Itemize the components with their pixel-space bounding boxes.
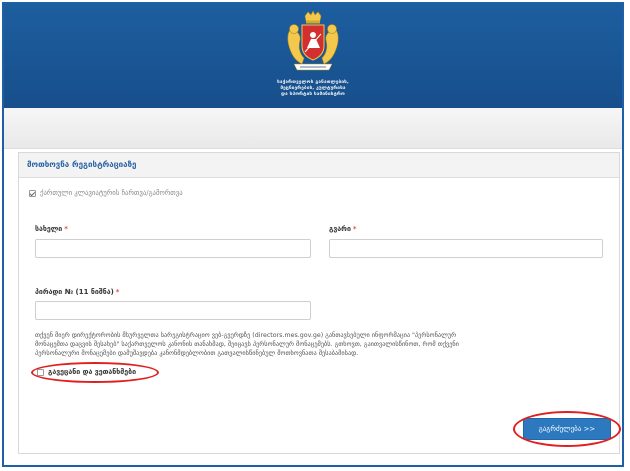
privacy-notice: თქვენ მიერ დირექტორობის მსურველთა სარეგი… xyxy=(35,332,459,357)
georgia-coat-of-arms-icon xyxy=(287,10,339,71)
first-name-label: სახელი * xyxy=(35,225,68,233)
ministry-name-line-3: და სპორტის სამინისტრო xyxy=(281,92,345,97)
panel-title: მოთხოვნა რეგისტრაციაზე xyxy=(19,153,619,178)
registration-panel: მოთხოვნა რეგისტრაციაზე ქართული კლავიატურ… xyxy=(18,152,621,454)
last-name-label: გვარი * xyxy=(329,225,357,233)
last-name-input[interactable] xyxy=(329,239,603,258)
page-frame: საქართველოს განათლების, მეცნიერების, კულ… xyxy=(2,2,624,467)
agree-checkbox[interactable] xyxy=(37,368,44,376)
agree-toggle[interactable]: გავეცანი და ვეთანხმები xyxy=(37,368,136,376)
first-name-label-text: სახელი xyxy=(35,225,63,233)
personal-id-label: პირადი № (11 ნიშნა) * xyxy=(35,288,119,296)
agree-label: გავეცანი და ვეთანხმები xyxy=(48,368,137,376)
required-mark: * xyxy=(115,288,120,296)
continue-button[interactable]: გაგრძელება >> xyxy=(523,418,611,440)
site-header: საქართველოს განათლების, მეცნიერების, კულ… xyxy=(4,4,622,108)
personal-id-input[interactable] xyxy=(35,301,311,320)
personal-id-label-text: პირადი № (11 ნიშნა) xyxy=(35,288,114,296)
keyboard-checkbox[interactable] xyxy=(29,189,36,197)
ministry-name-line-2: მეცნიერების, კულტურისა xyxy=(280,86,346,91)
keyboard-checkbox-label: ქართული კლავიატურის ჩართვა/გამორთვა xyxy=(40,189,183,197)
last-name-label-text: გვარი xyxy=(329,225,351,233)
georgian-keyboard-toggle[interactable]: ქართული კლავიატურის ჩართვა/გამორთვა xyxy=(29,189,183,197)
required-mark: * xyxy=(64,225,68,233)
navigation-bar xyxy=(4,108,622,149)
ministry-name-line-1: საქართველოს განათლების, xyxy=(277,80,349,85)
first-name-input[interactable] xyxy=(35,239,311,258)
required-mark: * xyxy=(352,225,357,233)
